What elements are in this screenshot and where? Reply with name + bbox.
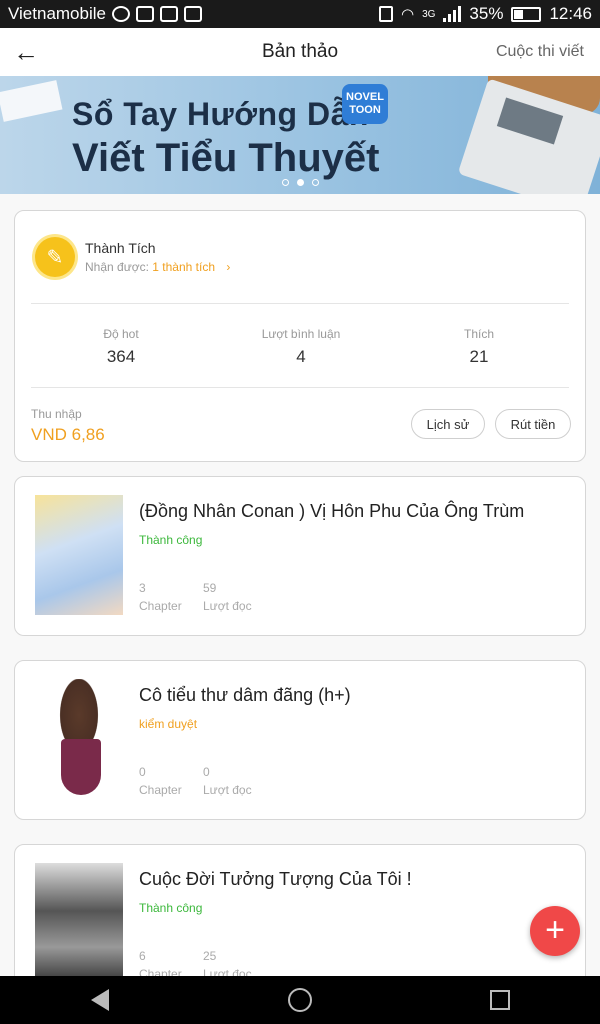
- achievement-count: 1 thành tích: [152, 260, 215, 274]
- book-card[interactable]: Cô tiểu thư dâm đãng (h+) kiểm duyệt 0 C…: [14, 660, 586, 820]
- medal-pencil-icon: ✎: [35, 237, 75, 277]
- wifi-icon: ◠: [400, 6, 415, 23]
- mute-icon: [378, 6, 393, 22]
- withdraw-button[interactable]: Rút tiền: [495, 409, 571, 439]
- nav-back-button[interactable]: [70, 980, 130, 1020]
- history-button[interactable]: Lịch sử: [411, 409, 485, 439]
- nav-recents-button[interactable]: [470, 980, 530, 1020]
- book-chapters: 3 Chapter: [139, 579, 182, 615]
- banner-paper-decoration: [0, 80, 63, 122]
- book-card[interactable]: Cuộc Đời Tưởng Tượng Của Tôi ! Thành côn…: [14, 844, 586, 976]
- clock: 12:46: [549, 4, 592, 23]
- book-card[interactable]: (Đồng Nhân Conan ) Vị Hôn Phu Của Ông Tr…: [14, 476, 586, 636]
- read-count: 59: [203, 581, 217, 595]
- book-title: (Đồng Nhân Conan ) Vị Hôn Phu Của Ông Tr…: [139, 501, 525, 521]
- book-chapters: 0 Chapter: [139, 763, 182, 799]
- income-label: Thu nhập: [31, 407, 82, 421]
- book-status: Thành công: [139, 901, 203, 915]
- book-reads: 0 Lượt đọc: [203, 763, 252, 799]
- emoji-icon: [183, 6, 202, 22]
- metric-likes: Thích 21: [409, 327, 549, 367]
- chapter-label: Chapter: [139, 599, 182, 613]
- read-label: Lượt đọc: [203, 967, 252, 976]
- app-bar: ← Bản thảo Cuộc thi viết: [0, 28, 600, 76]
- home-circle-icon: [288, 988, 312, 1012]
- divider: [31, 387, 569, 388]
- system-nav-bar: [0, 976, 600, 1024]
- banner-title-line1: Sổ Tay Hướng Dẫn: [72, 96, 369, 132]
- income-value: VND 6,86: [31, 425, 105, 444]
- metric-value: 21: [469, 347, 489, 366]
- signal-icon: [443, 6, 462, 22]
- logo-text-top: NOVEL: [346, 91, 384, 103]
- arrow-left-icon: ←: [13, 36, 39, 67]
- cover-figure: [61, 739, 101, 795]
- achievement-row[interactable]: ✎ Thành Tích Nhận được: 1 thành tích ›: [35, 237, 230, 277]
- carousel-dots: [0, 179, 600, 186]
- divider: [31, 303, 569, 304]
- noveltoon-logo: NOVEL TOON: [342, 84, 388, 124]
- chapter-label: Chapter: [139, 783, 182, 797]
- alert-icon: [159, 6, 178, 22]
- chapter-count: 3: [139, 581, 146, 595]
- book-title: Cuộc Đời Tưởng Tượng Của Tôi !: [139, 869, 412, 889]
- nav-home-button[interactable]: [270, 980, 330, 1020]
- banner-title-line2: Viết Tiểu Thuyết: [72, 136, 380, 180]
- chevron-right-icon: ›: [226, 260, 231, 274]
- message-icon: [111, 6, 130, 22]
- metric-value: 364: [106, 347, 136, 366]
- book-chapters: 6 Chapter: [139, 947, 182, 976]
- stats-card: ✎ Thành Tích Nhận được: 1 thành tích › Đ…: [14, 210, 586, 462]
- battery-percent: 35%: [469, 4, 504, 23]
- carrier-name: Vietnamobile: [8, 4, 106, 23]
- recents-square-icon: [490, 990, 510, 1010]
- image-icon: [135, 6, 154, 22]
- add-story-button[interactable]: +: [530, 906, 580, 956]
- book-cover-image: [35, 495, 123, 615]
- book-status: kiểm duyệt: [139, 717, 198, 731]
- battery-icon: [511, 6, 542, 22]
- metric-value: 4: [296, 347, 306, 366]
- carousel-dot[interactable]: [281, 179, 289, 186]
- plus-icon: +: [545, 911, 565, 949]
- book-title: Cô tiểu thư dâm đãng (h+): [139, 685, 351, 705]
- back-triangle-icon: [91, 989, 109, 1011]
- chapter-count: 0: [139, 765, 146, 779]
- read-label: Lượt đọc: [203, 599, 252, 613]
- chapter-count: 6: [139, 949, 146, 963]
- metric-label: Thích: [463, 327, 494, 341]
- metric-comments: Lượt bình luận 4: [231, 327, 371, 367]
- metric-label: Độ hot: [103, 327, 139, 341]
- book-status: Thành công: [139, 533, 203, 547]
- metric-hot: Độ hot 364: [51, 327, 191, 367]
- book-cover-image: [35, 863, 123, 976]
- network-type: 3G: [422, 8, 436, 20]
- chapter-label: Chapter: [139, 967, 182, 976]
- book-cover-image: [35, 679, 123, 799]
- promo-banner[interactable]: Sổ Tay Hướng Dẫn Viết Tiểu Thuyết NOVEL …: [0, 76, 600, 194]
- book-reads: 59 Lượt đọc: [203, 579, 252, 615]
- book-reads: 25 Lượt đọc: [203, 947, 252, 976]
- read-count: 0: [203, 765, 210, 779]
- back-button[interactable]: ←: [0, 28, 52, 76]
- logo-text-bottom: TOON: [349, 104, 381, 116]
- drafts-content[interactable]: ✎ Thành Tích Nhận được: 1 thành tích › Đ…: [0, 194, 600, 976]
- carousel-dot[interactable]: [311, 179, 319, 186]
- achievement-title: Thành Tích: [85, 240, 156, 256]
- status-bar: Vietnamobile ◠ 3G 35% 12:46: [0, 0, 600, 28]
- read-count: 25: [203, 949, 217, 963]
- achievement-subtitle: Nhận được: 1 thành tích ›: [85, 260, 230, 274]
- metric-label: Lượt bình luận: [261, 327, 341, 341]
- carousel-dot-active[interactable]: [296, 179, 304, 186]
- read-label: Lượt đọc: [203, 783, 252, 797]
- writing-contest-link[interactable]: Cuộc thi viết: [496, 43, 584, 61]
- achievement-received-label: Nhận được:: [85, 260, 149, 274]
